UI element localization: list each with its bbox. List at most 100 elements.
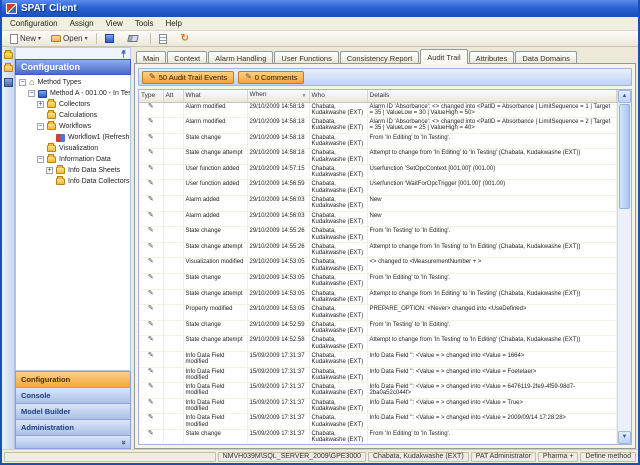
tree-node-collectors[interactable]: + Collectors <box>16 99 130 110</box>
nav-button-console[interactable]: Console <box>16 388 130 404</box>
folder-icon[interactable] <box>4 65 13 72</box>
nav-button-model-builder[interactable]: Model Builder <box>16 404 130 420</box>
scrollbar-thumb[interactable] <box>619 104 630 209</box>
scrollbar-track[interactable] <box>618 210 631 431</box>
menu-item-configuration[interactable]: Configuration <box>4 18 64 30</box>
cell-details: Alarm ID 'Absorbance': <> changed into <… <box>367 118 617 134</box>
column-header-att[interactable]: Att <box>163 90 183 102</box>
table-row-info-data-field-modified[interactable]: ✎ Info Data Field modified 15/09/2009 17… <box>139 414 617 430</box>
body: Configuration − Method Types − Method A … <box>2 47 638 449</box>
table-row-property-modified[interactable]: ✎ Property modified 29/10/2009 14:53:05 … <box>139 305 617 321</box>
cell-what: Property modified <box>183 305 247 321</box>
table-row-user-function-added[interactable]: ✎ User function added 29/10/2009 14:56:5… <box>139 180 617 196</box>
cell-type: ✎ <box>139 336 163 352</box>
toolbar-button[interactable] <box>150 33 151 44</box>
nav-button-administration[interactable]: Administration <box>16 420 130 436</box>
table-row-state-change[interactable]: ✎ State change 29/10/2009 14:55:26 Chaba… <box>139 227 617 243</box>
table-row-state-change-attempt[interactable]: ✎ State change attempt 29/10/2009 14:53:… <box>139 289 617 305</box>
cell-when: 29/10/2009 14:53:05 <box>247 305 309 321</box>
tree-expander-icon[interactable]: + <box>37 101 44 108</box>
toolbar-button[interactable] <box>124 33 146 44</box>
edit-pencil-icon: ✎ <box>148 336 154 343</box>
cell-who: Chabata, Kudakwashe (EXT) <box>309 227 367 243</box>
column-header-who[interactable]: Who <box>309 90 367 102</box>
column-header-what[interactable]: What <box>183 90 247 102</box>
vertical-scrollbar[interactable]: ▲ ▼ <box>617 90 631 444</box>
tree-expander-icon[interactable]: − <box>19 79 26 86</box>
table-row-alarm-modified[interactable]: ✎ Alarm modified 29/10/2009 14:58:18 Cha… <box>139 118 617 134</box>
cell-att <box>163 289 183 305</box>
tab-audit-trail[interactable]: Audit Trail <box>420 49 467 64</box>
sidebar-header: Configuration <box>15 59 131 75</box>
sidebar-mini-toolbar <box>15 47 131 59</box>
menu-item-help[interactable]: Help <box>160 18 188 30</box>
table-row-info-data-field-modified[interactable]: ✎ Info Data Field modified 15/09/2009 17… <box>139 367 617 383</box>
nav-button-configuration[interactable]: Configuration <box>16 372 130 388</box>
tab-label: Context <box>174 54 200 63</box>
table-row-state-change[interactable]: ✎ State change 29/10/2009 14:52:59 Chaba… <box>139 320 617 336</box>
audit-trail-table-container: Type Att What When▼ Who Details ✎ Alarm … <box>138 89 632 445</box>
tree-node-method-a-001-00-in-testing[interactable]: − Method A - 001.00 - In Testing <box>16 88 130 99</box>
table-row-alarm-added[interactable]: ✎ Alarm added 29/10/2009 14:56:03 Chabat… <box>139 196 617 212</box>
cell-who: Chabata, Kudakwashe (EXT) <box>309 180 367 196</box>
cell-details: Info Data Field '': <Value = > changed i… <box>367 398 617 414</box>
disk-icon[interactable] <box>4 78 13 87</box>
cell-when: 15/09/2009 17:31:37 <box>247 367 309 383</box>
table-row-info-data-field-modified[interactable]: ✎ Info Data Field modified 15/09/2009 17… <box>139 398 617 414</box>
menu-item-view[interactable]: View <box>100 18 129 30</box>
table-row-state-change-attempt[interactable]: ✎ State change attempt 29/10/2009 14:55:… <box>139 242 617 258</box>
title-bar[interactable]: SPAT Client <box>2 0 638 17</box>
edit-pencil-icon: ✎ <box>148 430 154 437</box>
cell-who: Chabata, Kudakwashe (EXT) <box>309 258 367 274</box>
pin-icon[interactable] <box>120 50 127 58</box>
toolbar-button[interactable] <box>177 32 197 46</box>
dropdown-arrow-icon: ▾ <box>85 35 88 42</box>
tree-node-info-data-sheets[interactable]: + Info Data Sheets <box>16 165 130 176</box>
table-row-state-change[interactable]: ✎ State change 29/10/2009 14:53:05 Chaba… <box>139 274 617 290</box>
table-row-info-data-field-modified[interactable]: ✎ Info Data Field modified 15/09/2009 17… <box>139 352 617 368</box>
chevron-expand-icon[interactable]: » <box>119 440 128 444</box>
table-row-alarm-modified[interactable]: ✎ Alarm modified 29/10/2009 14:58:18 Cha… <box>139 102 617 118</box>
folder-icon[interactable] <box>4 52 13 59</box>
tree-node-calculations[interactable]: Calculations <box>16 110 130 121</box>
toolbar-button[interactable] <box>96 33 97 44</box>
table-row-alarm-added[interactable]: ✎ Alarm added 29/10/2009 14:56:03 Chabat… <box>139 211 617 227</box>
audit-trail-events-button[interactable]: ✎ 50 Audit Trail Events <box>142 71 234 84</box>
toolbar-button[interactable] <box>101 32 122 45</box>
tree-expander-icon[interactable]: − <box>28 90 35 97</box>
column-header-type[interactable]: Type <box>139 90 163 102</box>
column-header-details[interactable]: Details <box>367 90 617 102</box>
tree-node-workflow1-refreshbackground[interactable]: Workflow1 (RefreshBackground) <box>16 132 130 143</box>
column-header-when[interactable]: When▼ <box>247 90 309 102</box>
tree-node-label: Collectors <box>59 101 90 108</box>
table-scroller: Type Att What When▼ Who Details ✎ Alarm … <box>139 90 617 444</box>
menu-item-assign[interactable]: Assign <box>64 18 100 30</box>
toolbar-button-open[interactable]: Open ▾ <box>47 32 92 45</box>
cell-when: 29/10/2009 14:53:05 <box>247 274 309 290</box>
cell-details: Attempt to change from 'In Testing' to '… <box>367 242 617 258</box>
tree-expander-icon[interactable]: − <box>37 123 44 130</box>
table-row-state-change[interactable]: ✎ State change 15/09/2009 17:31:37 Chaba… <box>139 429 617 444</box>
tree-expander-icon[interactable]: − <box>37 156 44 163</box>
toolbar-button[interactable] <box>155 32 175 46</box>
tree-node-information-data[interactable]: − Information Data <box>16 154 130 165</box>
table-row-user-function-added[interactable]: ✎ User function added 29/10/2009 14:57:1… <box>139 164 617 180</box>
toolbar-button-new[interactable]: New ▾ <box>6 32 45 46</box>
scroll-up-arrow[interactable]: ▲ <box>618 90 631 103</box>
menu-item-tools[interactable]: Tools <box>129 18 160 30</box>
tree-node-method-types[interactable]: − Method Types <box>16 77 130 88</box>
table-row-visualization-modified[interactable]: ✎ Visualization modified 29/10/2009 14:5… <box>139 258 617 274</box>
tree-node-visualization[interactable]: Visualization <box>16 143 130 154</box>
scroll-down-arrow[interactable]: ▼ <box>618 431 631 444</box>
tree-node-workflows[interactable]: − Workflows <box>16 121 130 132</box>
cell-what: Alarm added <box>183 211 247 227</box>
comments-button[interactable]: ✎ 0 Comments <box>238 71 304 84</box>
table-row-info-data-field-modified[interactable]: ✎ Info Data Field modified 15/09/2009 17… <box>139 383 617 399</box>
table-row-state-change-attempt[interactable]: ✎ State change attempt 29/10/2009 14:52:… <box>139 336 617 352</box>
tree-expander-icon[interactable]: + <box>46 167 53 174</box>
table-row-state-change-attempt[interactable]: ✎ State change attempt 29/10/2009 14:58:… <box>139 149 617 165</box>
tree-node-info-data-collectors[interactable]: Info Data Collectors <box>16 176 130 187</box>
table-row-state-change[interactable]: ✎ State change 29/10/2009 14:58:18 Chaba… <box>139 133 617 149</box>
cell-who: Chabata, Kudakwashe (EXT) <box>309 305 367 321</box>
cell-type: ✎ <box>139 242 163 258</box>
